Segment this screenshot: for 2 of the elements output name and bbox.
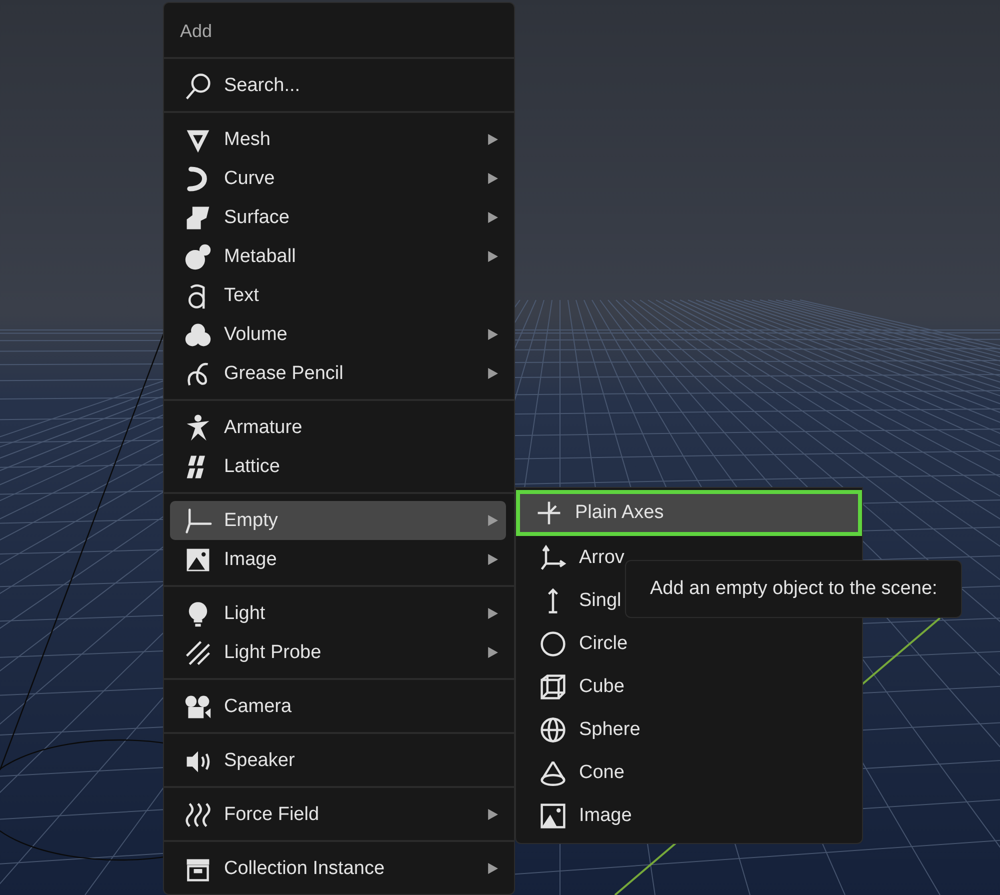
menu-title: Add (179, 20, 214, 43)
tooltip-text: Add an empty object to the scene: (650, 578, 938, 600)
